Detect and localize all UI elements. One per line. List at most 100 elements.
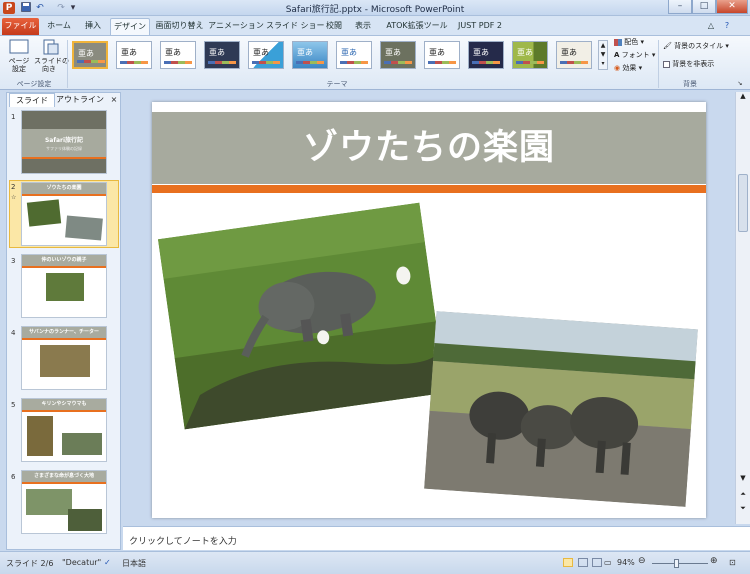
slide-thumb-2[interactable]: ゾウたちの楽園 [21, 182, 107, 246]
page-setup-group-label: ページ設定 [16, 80, 52, 88]
fit-to-window-icon[interactable]: ⊡ [729, 558, 736, 567]
slide-thumb-title: 仲のいいゾウの親子 [22, 255, 106, 266]
window-title: Safari旅行記.pptx - Microsoft PowerPoint [285, 5, 465, 15]
orientation-label: スライドの 向き [34, 57, 69, 73]
spellcheck-icon[interactable]: ✓ [104, 558, 111, 567]
slide-thumb-3[interactable]: 仲のいいゾウの親子 [21, 254, 107, 318]
slide-thumb-4[interactable]: サバンナのランナー、チーター [21, 326, 107, 390]
hide-background-label: 背景を非表示 [672, 60, 715, 68]
slide-thumb-title: さまざまな命が息づく大地 [22, 471, 106, 482]
tab-transitions[interactable]: 画面切り替え [153, 18, 206, 35]
tab-justpdf[interactable]: JUST PDF 2 [455, 18, 505, 35]
reading-view-icon[interactable] [592, 558, 602, 567]
tab-atok[interactable]: ATOK拡張ツール [383, 18, 451, 35]
close-pane-button[interactable]: × [108, 93, 120, 107]
slide-thumb-title: キリンやシマウマも [22, 399, 106, 410]
theme-thumb-8[interactable]: 亜あ [380, 41, 416, 69]
thumb-photo [26, 199, 62, 227]
language[interactable]: 日本語 [122, 558, 146, 569]
animation-star-icon: ☆ [11, 194, 17, 201]
theme-gallery-scroll[interactable]: ▲ ▼ ▾ [598, 40, 608, 70]
elephant-herd-photo[interactable] [424, 311, 698, 507]
tab-file[interactable]: ファイル [2, 18, 39, 35]
theme-thumb-7[interactable]: 亜あ [336, 41, 372, 69]
slide-indicator: スライド 2/6 [6, 559, 54, 568]
tab-outline[interactable]: アウトライン [56, 93, 104, 107]
current-slide[interactable]: ゾウたちの楽園 [152, 102, 706, 518]
dialog-launcher-icon[interactable]: ↘ [736, 80, 744, 88]
tab-design[interactable]: デザイン [110, 18, 150, 35]
status-bar: スライド 2/6 "Decatur" ✓ 日本語 ▭ 94% ⊖ ⊕ ⊡ [0, 551, 750, 574]
minimize-button[interactable]: – [668, 0, 692, 14]
zoom-slider[interactable] [652, 563, 708, 564]
zoom-out-icon[interactable]: ⊖ [638, 556, 646, 566]
scroll-thumb[interactable] [738, 174, 748, 232]
theme-thumb-1[interactable]: 亜あ [72, 41, 108, 69]
background-styles-label: 背景のスタイル [674, 42, 724, 50]
theme-thumb-4[interactable]: 亜あ [204, 41, 240, 69]
background-group-label: 背景 [683, 80, 697, 88]
page-setup-icon [9, 39, 29, 54]
zoom-level[interactable]: 94% [617, 558, 635, 567]
notes-pane[interactable]: クリックしてノートを入力 [123, 526, 750, 550]
vertical-scrollbar[interactable]: ▲ ▼ ⏶ ⏷ [735, 92, 750, 524]
effects-icon: ◉ [614, 64, 621, 72]
slideshow-icon[interactable]: ▭ [604, 558, 612, 567]
tab-view[interactable]: 表示 [350, 18, 376, 35]
colors-button[interactable]: 配色 ▾ [614, 38, 654, 46]
theme-thumb-6[interactable]: 亜あ [292, 41, 328, 69]
zoom-slider-thumb[interactable] [674, 559, 679, 568]
accent-bar [152, 185, 706, 193]
previous-slide-icon[interactable]: ⏶ [736, 490, 750, 502]
theme-thumb-12[interactable]: 亜あ [556, 41, 592, 69]
colors-label: 配色 [624, 38, 639, 46]
slide-number: 2 [11, 183, 16, 191]
effects-button[interactable]: ◉ 効果 ▾ [614, 64, 654, 72]
slide-number: 4 [11, 329, 16, 337]
theme-name: "Decatur" [62, 558, 102, 567]
tab-animations[interactable]: アニメーション [208, 18, 264, 35]
next-slide-icon[interactable]: ⏷ [736, 504, 750, 516]
slide-number: 3 [11, 257, 16, 265]
effects-label: 効果 [622, 64, 637, 72]
theme-thumb-2[interactable]: 亜あ [116, 41, 152, 69]
thumb-photo [68, 509, 102, 531]
slide-number: 5 [11, 401, 16, 409]
scroll-down-icon[interactable]: ▼ [736, 474, 750, 486]
slide-thumb-5[interactable]: キリンやシマウマも [21, 398, 107, 462]
slide-sorter-icon[interactable] [578, 558, 588, 567]
elephant-grass-photo[interactable] [157, 202, 447, 430]
slide-thumb-1[interactable]: Safari旅行記 サファリ体験の記録 [21, 110, 107, 174]
page-setup-label: ページ 設定 [8, 57, 30, 73]
tab-review[interactable]: 校閲 [321, 18, 347, 35]
slide-thumb-title: Safari旅行記 [44, 137, 84, 144]
zoom-in-icon[interactable]: ⊕ [710, 556, 718, 566]
theme-thumb-10[interactable]: 亜あ [468, 41, 504, 69]
tab-insert[interactable]: 挿入 [78, 18, 108, 35]
theme-thumb-3[interactable]: 亜あ [160, 41, 196, 69]
slide-thumb-subtitle: サファリ体験の記録 [46, 146, 82, 151]
slides-pane: スライド アウトライン × 1 Safari旅行記 サファリ体験の記録 2 ☆ … [6, 92, 121, 550]
minimize-ribbon-icon[interactable]: △ [705, 18, 717, 35]
background-styles-icon: 🖌 [663, 42, 672, 50]
slide-thumb-6[interactable]: さまざまな命が息づく大地 [21, 470, 107, 534]
tab-home[interactable]: ホーム [42, 18, 76, 35]
page-setup-button[interactable]: ページ 設定 [5, 39, 33, 73]
tab-slides[interactable]: スライド [9, 93, 55, 107]
background-styles-button[interactable]: 🖌 背景のスタイル ▾ [663, 42, 747, 50]
normal-view-icon[interactable] [563, 558, 573, 567]
tab-slideshow[interactable]: スライド ショー [266, 18, 325, 35]
theme-thumb-5[interactable]: 亜あ [248, 41, 284, 69]
theme-thumb-11[interactable]: 亜あ [512, 41, 548, 69]
maximize-button[interactable]: □ [692, 0, 716, 14]
close-button[interactable]: ✕ [716, 0, 748, 14]
hide-background-checkbox[interactable]: 背景を非表示 [663, 60, 743, 68]
checkbox-icon [663, 60, 670, 68]
slide-title[interactable]: ゾウたちの楽園 [152, 112, 706, 184]
scroll-up-icon[interactable]: ▲ [736, 92, 750, 104]
fonts-button[interactable]: A フォント ▾ [614, 51, 656, 59]
help-icon[interactable]: ? [720, 18, 734, 35]
thumb-photo [27, 416, 53, 456]
theme-thumb-9[interactable]: 亜あ [424, 41, 460, 69]
orientation-button[interactable]: スライドの 向き [34, 39, 69, 73]
